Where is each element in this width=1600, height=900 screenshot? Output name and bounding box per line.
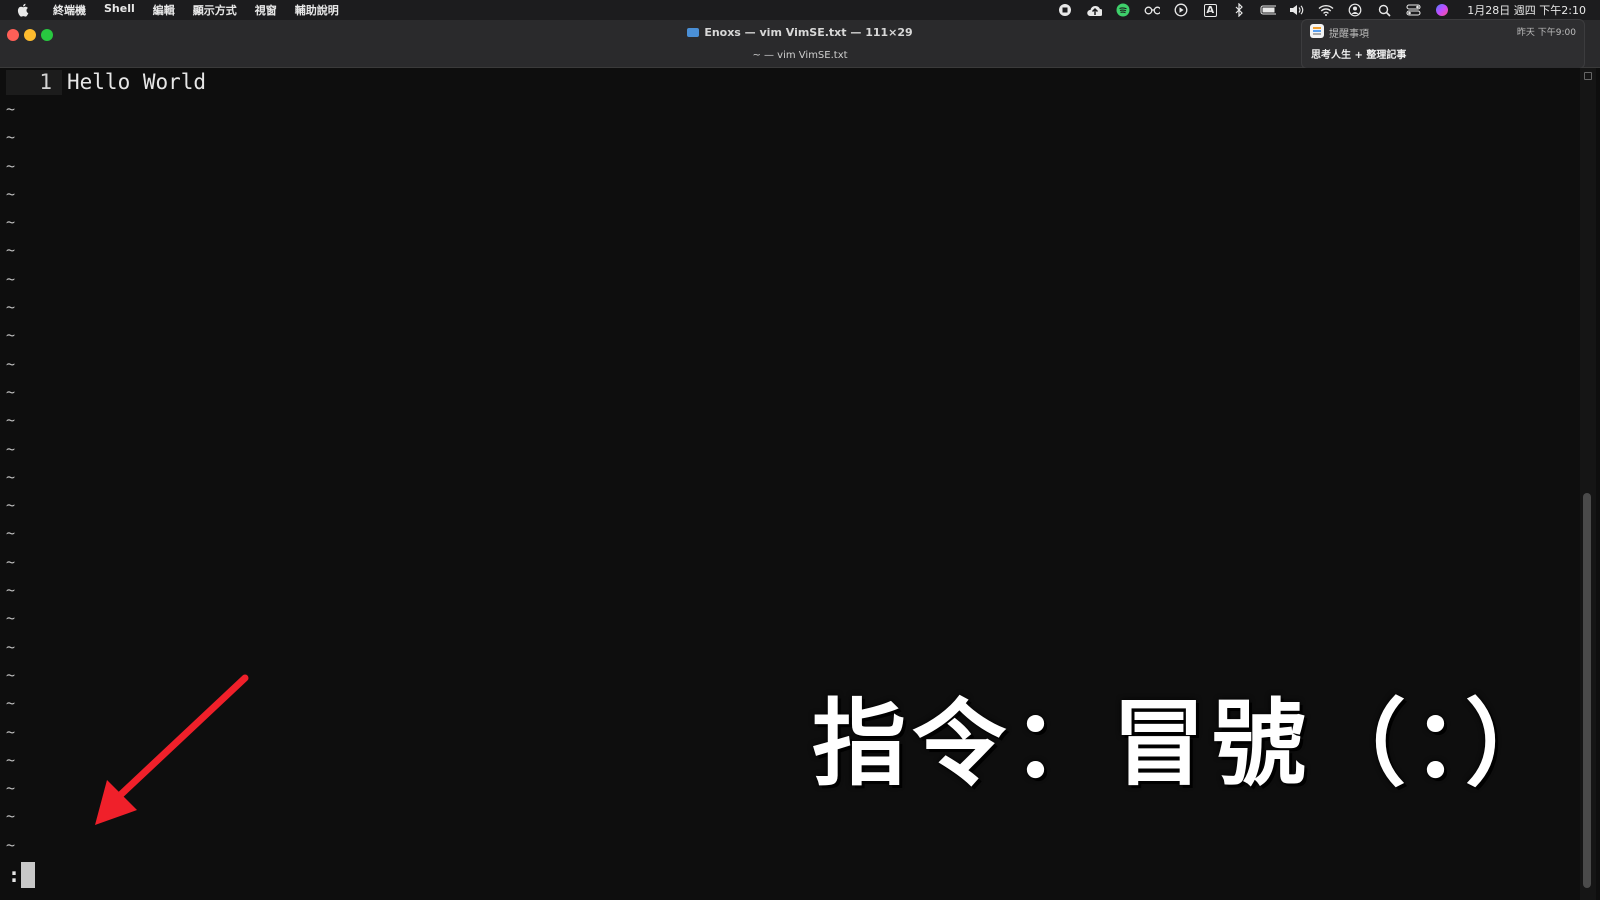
text-cursor [21,862,36,888]
folder-icon [687,28,700,37]
bluetooth-icon[interactable] [1231,3,1247,17]
tilde-marker: ~ [6,779,16,798]
reminders-app-icon [1310,24,1324,38]
user-icon[interactable] [1347,3,1363,17]
tilde-marker: ~ [6,439,16,458]
menu-item-help[interactable]: 輔助說明 [286,2,348,18]
tilde-marker: ~ [6,298,16,317]
line-number: 1 [6,70,62,95]
menubar-clock[interactable]: 1月28日 週四 下午2:10 [1467,2,1586,18]
tilde-marker: ~ [6,354,16,373]
tilde-marker: ~ [6,241,16,260]
menu-item-edit[interactable]: 編輯 [144,2,184,18]
red-arrow-icon [95,674,249,825]
tilde-marker: ~ [6,552,16,571]
tilde-marker: ~ [6,496,16,515]
notification-app-name: 提醒事項 [1329,29,1369,40]
menu-item-window[interactable]: 視窗 [246,2,286,18]
apple-menu-icon[interactable] [16,3,34,17]
search-icon[interactable] [1376,3,1392,17]
tilde-marker: ~ [6,750,16,769]
tilde-marker: ~ [6,128,16,147]
volume-icon[interactable] [1289,3,1305,17]
wifi-icon[interactable] [1318,3,1334,17]
glasses-icon[interactable] [1144,3,1161,17]
battery-icon[interactable] [1260,3,1277,17]
tilde-marker: ~ [6,637,16,656]
menu-item-view[interactable]: 顯示方式 [184,2,246,18]
play-icon[interactable] [1173,3,1189,17]
tilde-marker: ~ [6,524,16,543]
spotify-icon[interactable] [1115,3,1131,17]
tilde-marker: ~ [6,269,16,288]
input-method-label: A [1203,3,1217,17]
tilde-marker: ~ [6,100,16,118]
notification-body: 思考人生 + 整理記事 [1311,50,1407,61]
tilde-marker: ~ [6,835,16,854]
scrollbar-thumb[interactable] [1583,493,1591,888]
buffer-line[interactable]: 1 Hello World [6,70,206,95]
menu-item-shell[interactable]: Shell [95,2,144,18]
siri-icon[interactable] [1434,3,1450,17]
line-text[interactable]: Hello World [62,70,206,95]
tilde-marker: ~ [6,411,16,430]
terminal-scrollbar[interactable] [1580,68,1596,900]
tilde-marker: ~ [6,722,16,741]
tilde-marker: ~ [6,156,16,175]
overlay-caption: 指令：冒號（：） [812,690,1566,799]
tilde-marker: ~ [6,184,16,203]
arrow-shaft [111,674,249,804]
tilde-marker: ~ [6,665,16,684]
empty-line-markers: ~ ~ ~ ~ ~ ~ ~ ~ ~ ~ ~ ~ ~ ~ ~ ~ ~ ~ ~ ~ ~ ~ ~ ~ ~ ~ ~ [6,95,36,859]
notification-time: 昨天 下午9:00 [1516,28,1576,38]
reminder-notification[interactable]: 提醒事項 昨天 下午9:00 思考人生 + 整理記事 [1301,19,1585,69]
tilde-marker: ~ [6,807,16,826]
record-icon[interactable] [1057,3,1073,17]
command-prompt: : [8,863,21,887]
tilde-marker: ~ [6,694,16,713]
input-method-icon[interactable]: A [1202,3,1218,17]
tilde-marker: ~ [6,581,16,600]
vim-command-line[interactable]: : [8,861,36,889]
tilde-marker: ~ [6,213,16,232]
menu-item-terminal[interactable]: 終端機 [44,2,95,18]
tilde-marker: ~ [6,467,16,486]
tilde-marker: ~ [6,609,16,628]
tilde-marker: ~ [6,382,16,401]
cloud-upload-icon[interactable] [1086,3,1103,17]
scroll-marker-icon [1584,72,1592,80]
window-title-text: Enoxs — vim VimSE.txt — 111×29 [704,26,913,39]
tilde-marker: ~ [6,326,16,345]
control-center-icon[interactable] [1405,3,1421,17]
menu-bar: 終端機 Shell 編輯 顯示方式 視窗 輔助說明 A 1月28日 週四 下午2… [0,0,1600,20]
